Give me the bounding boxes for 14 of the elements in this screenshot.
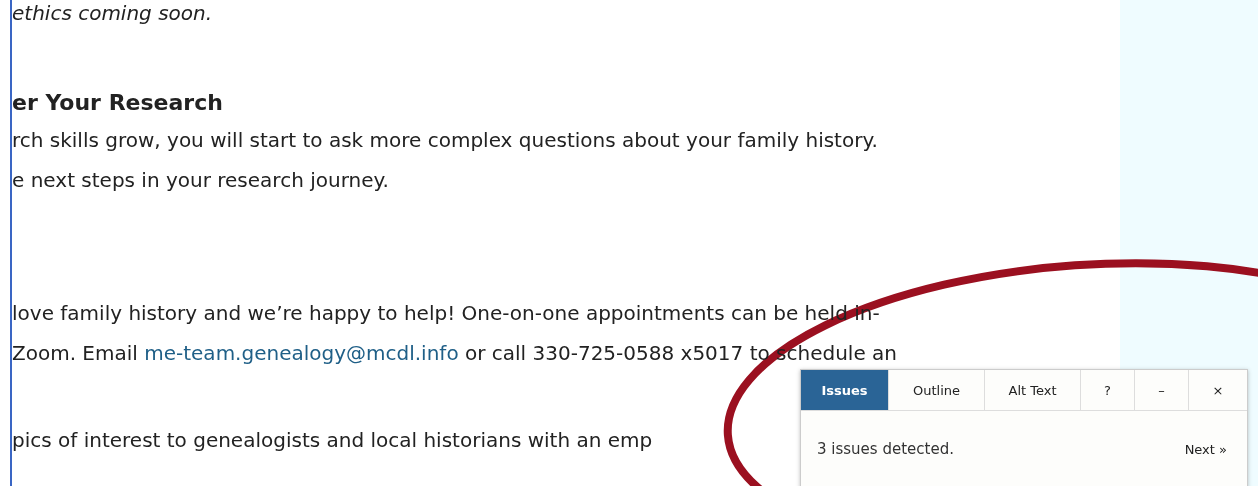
paragraph-line: e next steps in your research journey. [12, 167, 389, 194]
next-button[interactable]: Next » [1184, 441, 1227, 457]
panel-tab[interactable]: Alt Text [985, 370, 1081, 410]
issues-message: 3 issues detected. [817, 440, 954, 458]
paragraph-line: ethics coming soon. [12, 0, 213, 26]
email-link[interactable]: me-team.genealogy@mcdl.info [144, 341, 459, 365]
panel-tab[interactable]: Outline [889, 370, 985, 410]
help-button[interactable]: ? [1081, 370, 1135, 410]
close-button[interactable]: × [1189, 370, 1247, 410]
paragraph-line: rch skills grow, you will start to ask more complex questions about your family history. [12, 127, 878, 154]
panel-tab[interactable]: Issues [801, 370, 889, 410]
paragraph-line: pics of interest to genealogists and local historians with an emp [12, 427, 653, 454]
minimize-button[interactable]: – [1135, 370, 1189, 410]
section-heading: er Your Research [12, 89, 223, 117]
